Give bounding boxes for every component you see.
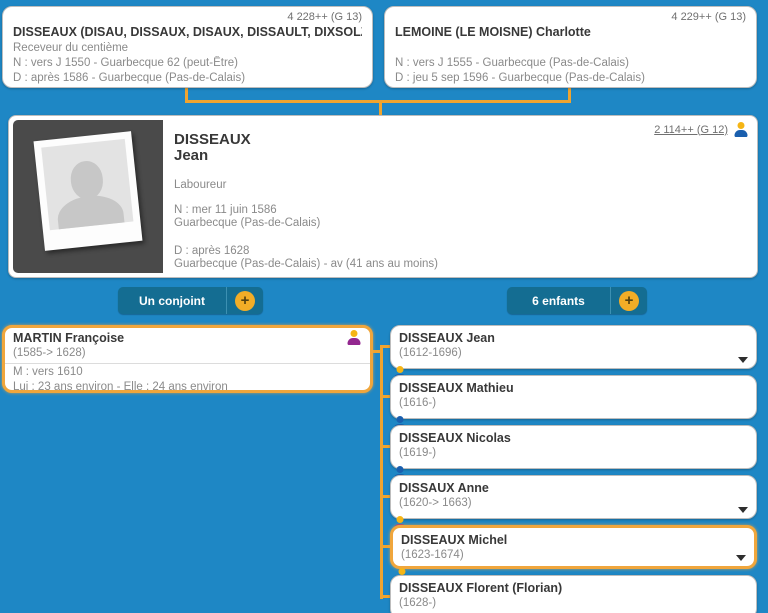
photo-placeholder[interactable] <box>13 120 163 273</box>
life-dates: (1619-) <box>399 447 437 459</box>
connector-parents-horizontal <box>185 100 571 103</box>
sosa-ref: 4 228++ (G 13) <box>287 11 362 23</box>
add-spouse-button[interactable]: + <box>227 287 263 314</box>
grandmother-card[interactable]: 4 229++ (G 13) LEMOINE (LE MOISNE) Charl… <box>384 6 757 88</box>
child-name: DISSEAUX Michel <box>401 533 508 547</box>
marriage-info: M : vers 1610 <box>13 366 83 378</box>
child-name: DISSEAUX Nicolas <box>399 431 511 445</box>
child-card[interactable]: DISSEAUX Jean (1612-1696) <box>390 325 757 369</box>
chevron-down-icon[interactable] <box>738 507 748 513</box>
child-card[interactable]: DISSEAUX Florent (Florian) (1628-) <box>390 575 757 613</box>
life-dates: (1616-) <box>399 397 437 409</box>
connector-children-vertical <box>380 345 383 599</box>
spouse-card[interactable]: MARTIN Françoise (1585-> 1628) M : vers … <box>2 325 373 393</box>
children-section-header: 6 enfants + <box>507 287 647 314</box>
person-icon <box>733 122 749 137</box>
child-card[interactable]: DISSEAUX Michel (1623-1674) <box>390 525 757 569</box>
death-info: D : après 1628 Guarbecque (Pas-de-Calais… <box>174 245 438 270</box>
person-name: DISSEAUX (DISAU, DISSAUX, DISAUX, DISSAU… <box>13 25 362 39</box>
life-dates: (1620-> 1663) <box>399 497 472 509</box>
death-info: D : après 1586 - Guarbecque (Pas-de-Cala… <box>13 72 246 84</box>
birth-info: N : vers J 1555 - Guarbecque (Pas-de-Cal… <box>395 57 629 69</box>
occupation <box>395 41 746 56</box>
child-name: DISSAUX Anne <box>399 481 489 495</box>
death-info: D : jeu 5 sep 1596 - Guarbecque (Pas-de-… <box>395 72 645 84</box>
connector-child-stub <box>383 595 390 598</box>
person-silhouette-icon <box>41 138 134 231</box>
child-name: DISSEAUX Mathieu <box>399 381 514 395</box>
sosa-ref-link[interactable]: 2 114++ (G 12) <box>654 124 728 136</box>
connector-child-stub <box>383 495 390 498</box>
connector-child-stub <box>383 395 390 398</box>
child-card[interactable]: DISSEAUX Mathieu (1616-) <box>390 375 757 419</box>
child-name: DISSEAUX Florent (Florian) <box>399 581 563 595</box>
chevron-down-icon[interactable] <box>738 357 748 363</box>
grandfather-card[interactable]: 4 228++ (G 13) DISSEAUX (DISAU, DISSAUX,… <box>2 6 373 88</box>
family-tree-view: 4 228++ (G 13) DISSEAUX (DISAU, DISSAUX,… <box>0 0 768 613</box>
plus-icon[interactable]: + <box>619 290 639 311</box>
person-name: LEMOINE (LE MOISNE) Charlotte <box>395 25 591 39</box>
add-child-button[interactable]: + <box>611 287 647 314</box>
spouse-section-header: Un conjoint + <box>118 287 263 314</box>
life-dates: (1628-) <box>399 597 437 609</box>
plus-icon[interactable]: + <box>235 290 255 311</box>
connector-child-stub <box>383 545 390 548</box>
child-card[interactable]: DISSAUX Anne (1620-> 1663) <box>390 475 757 519</box>
life-dates: (1623-1674) <box>401 549 464 561</box>
spouse-name: MARTIN Françoise <box>13 331 125 345</box>
life-dates: (1585-> 1628) <box>13 347 86 359</box>
firstname: Jean <box>174 147 209 164</box>
ages-info: Lui : 23 ans environ - Elle : 24 ans env… <box>13 381 228 393</box>
child-name: DISSEAUX Jean <box>399 331 495 345</box>
connector-child-stub <box>383 445 390 448</box>
chevron-down-icon[interactable] <box>736 555 746 561</box>
main-person-card[interactable]: 2 114++ (G 12) DISSEAUX Jean Laboureur N… <box>8 115 758 278</box>
occupation: Laboureur <box>174 179 227 191</box>
occupation: Receveur du centième <box>13 42 129 54</box>
person-icon <box>346 330 362 345</box>
polaroid-frame <box>33 131 143 251</box>
child-card[interactable]: DISSEAUX Nicolas (1619-) <box>390 425 757 469</box>
birth-info: N : vers J 1550 - Guarbecque 62 (peut-Êt… <box>13 57 238 69</box>
connector-child-stub <box>383 345 390 348</box>
surname: DISSEAUX <box>174 131 251 148</box>
connector-spouse-stub <box>373 350 381 353</box>
main-person-name: DISSEAUX Jean <box>174 132 251 164</box>
sosa-ref: 4 229++ (G 13) <box>671 11 746 23</box>
children-section-label: 6 enfants <box>532 293 585 308</box>
connector-parents-down <box>379 100 382 116</box>
birth-info: N : mer 11 juin 1586 Guarbecque (Pas-de-… <box>174 204 321 229</box>
life-dates: (1612-1696) <box>399 347 462 359</box>
divider <box>5 363 370 364</box>
spouse-section-label: Un conjoint <box>139 293 205 308</box>
